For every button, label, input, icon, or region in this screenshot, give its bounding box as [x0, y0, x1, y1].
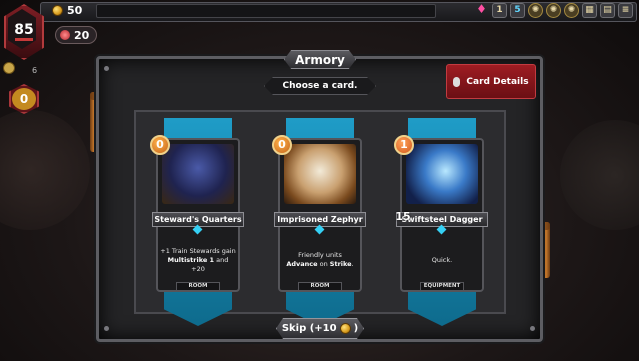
card-type: ROOM [298, 282, 342, 291]
mouse-icon [453, 76, 461, 87]
background-machinery-right [560, 120, 639, 230]
gold-coin-icon [339, 323, 351, 334]
gold-value: 50 [67, 4, 83, 17]
counter-five: 5 [510, 3, 525, 18]
map-icon[interactable]: ▦ [582, 3, 597, 18]
top-right-icons: ♦ 1 5 ✺ ✺ ✺ ▦ ▤ ≡ [474, 3, 633, 18]
card-art-imprisoned-zephyr [284, 144, 356, 204]
gold-counter: 50 [52, 4, 82, 17]
skip-button[interactable]: Skip (+10 ) [276, 318, 364, 339]
pipe-right [542, 222, 550, 278]
card-details-button[interactable]: Card Details [446, 64, 536, 99]
card-attack: 15 [395, 210, 411, 223]
log-icon[interactable]: ▤ [600, 3, 615, 18]
pyre-health-bar [15, 38, 33, 41]
gold-coin-icon [52, 5, 63, 16]
clan-crest-icon-1[interactable]: ✺ [528, 3, 543, 18]
card-cost: 0 [150, 135, 170, 155]
ember-icon [60, 30, 70, 40]
card-art-swiftsteel-dagger [406, 144, 478, 204]
ember-counter: 20 [55, 26, 97, 44]
card-text: Friendly units Advance on Strike. [286, 251, 354, 268]
skip-label: Skip (+10 [281, 323, 337, 334]
card-type: EQUIPMENT [420, 282, 464, 291]
card-imprisoned-zephyr[interactable]: 0 Imprisoned Zephyr Friendly units Advan… [272, 118, 368, 326]
skip-close-paren: ) [353, 323, 359, 334]
rivet [104, 66, 109, 71]
card-type: ROOM [176, 282, 220, 291]
pyre-icon[interactable]: ♦ [474, 3, 489, 18]
rivet [530, 326, 535, 331]
top-progress-track [96, 4, 436, 18]
rivet [104, 326, 109, 331]
settings-icon[interactable]: ≡ [618, 3, 633, 18]
card-text: +1 Train Stewards gain Multistrike 1 and… [160, 246, 236, 273]
choose-card-prompt: Choose a card. [264, 77, 376, 95]
pyre-health-value: 85 [14, 22, 34, 38]
background-machinery-left [0, 110, 90, 230]
card-cost: 0 [272, 135, 292, 155]
deck-icon[interactable] [3, 62, 15, 74]
card-swiftsteel-dagger[interactable]: 1 15 Swiftsteel Dagger Quick. EQUIPMENT [394, 118, 490, 326]
card-stewards-quarters[interactable]: 0 Steward's Quarters +1 Train Stewards g… [150, 118, 246, 326]
counter-one: 1 [492, 3, 507, 18]
deck-count: 6 [32, 66, 38, 75]
card-details-label: Card Details [466, 76, 529, 87]
clan-crest-icon-2[interactable]: ✺ [546, 3, 561, 18]
clan-crest-icon-3[interactable]: ✺ [564, 3, 579, 18]
armory-title: Armory [284, 50, 356, 69]
card-cost: 1 [394, 135, 414, 155]
shard-value: 0 [12, 88, 36, 110]
card-text: Quick. [431, 255, 453, 264]
ember-value: 20 [74, 28, 90, 42]
card-art-stewards-quarters [162, 144, 234, 204]
